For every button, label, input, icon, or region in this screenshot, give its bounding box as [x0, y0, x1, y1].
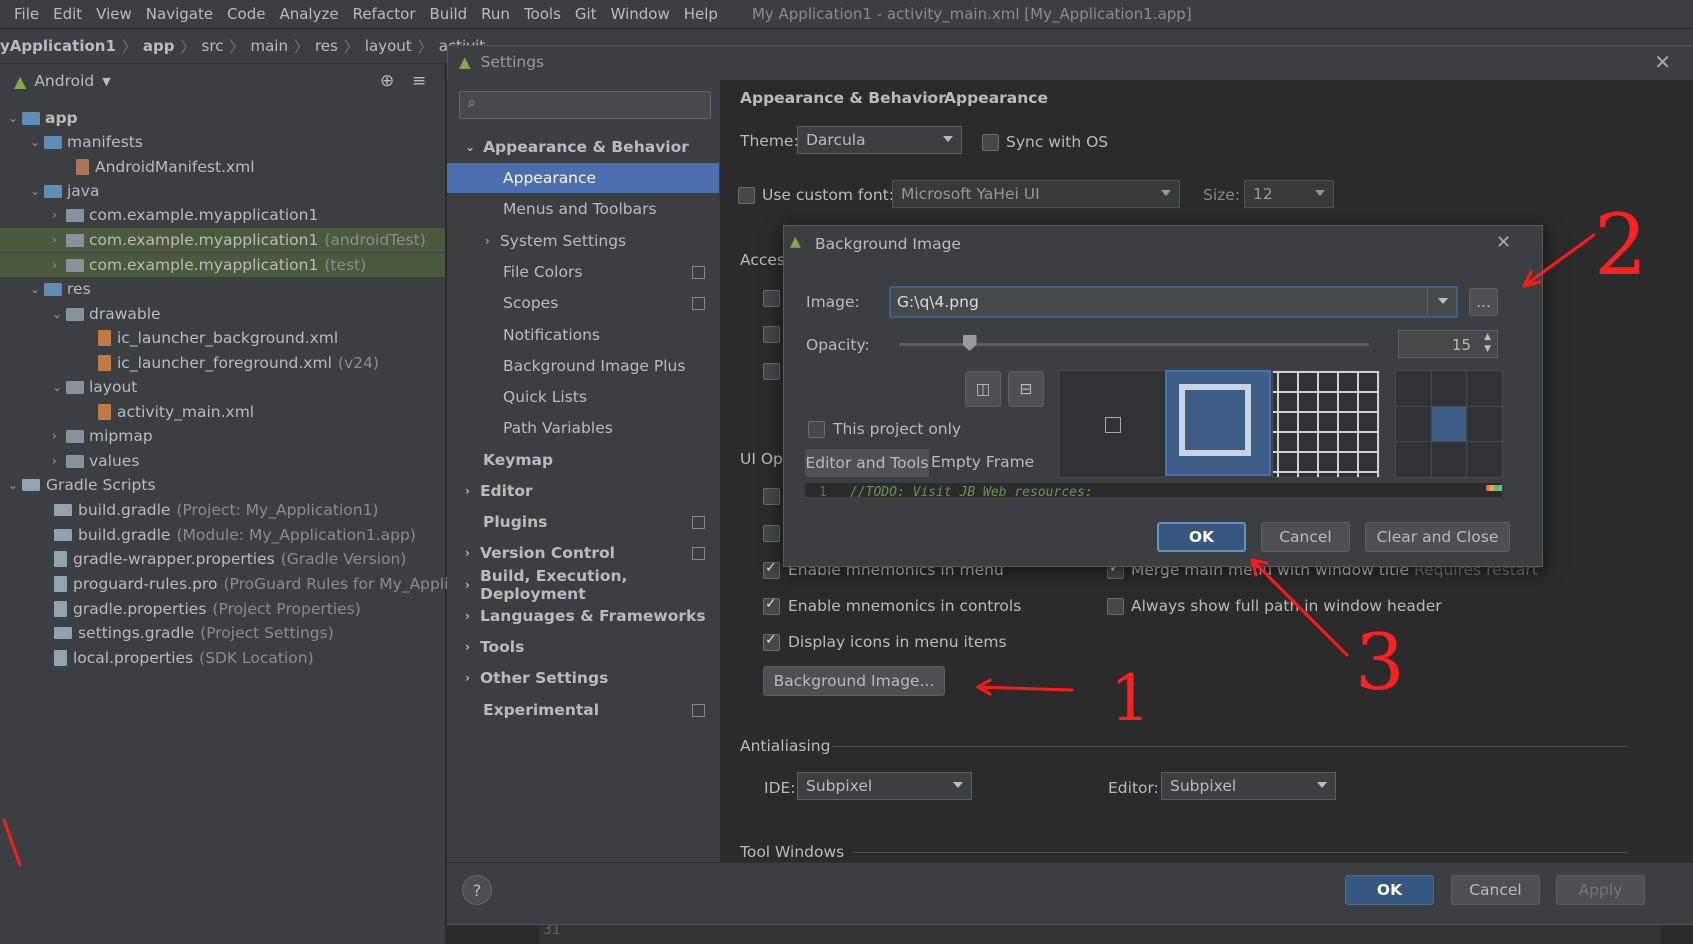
- arrow-3: [1250, 558, 1349, 657]
- annotation-2: 2: [1594, 196, 1648, 294]
- annotation-3: 3: [1355, 618, 1405, 708]
- arrow-2: [1522, 233, 1596, 288]
- annotation-1: 1: [1110, 662, 1151, 736]
- arrow-1: [976, 685, 1074, 692]
- red-annotations: [2, 233, 1596, 867]
- stray-stroke: [2, 818, 22, 867]
